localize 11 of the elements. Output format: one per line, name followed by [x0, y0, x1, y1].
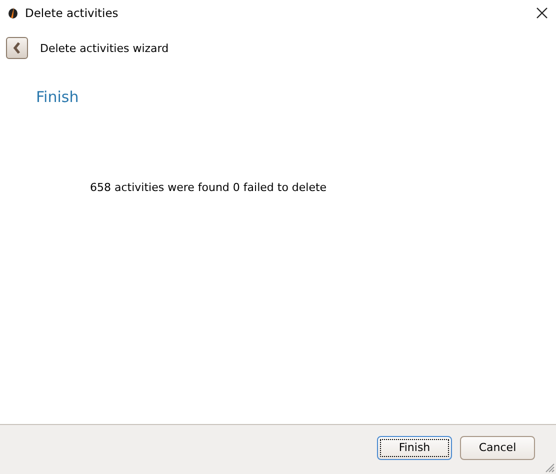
back-button[interactable] — [6, 37, 28, 59]
window-title: Delete activities — [25, 6, 120, 20]
close-icon[interactable] — [536, 7, 548, 19]
finish-button[interactable]: Finish — [377, 436, 452, 460]
chevron-left-icon — [13, 42, 21, 54]
result-message: 658 activities were found 0 failed to delete — [90, 181, 328, 194]
app-logo-icon — [8, 7, 18, 19]
wizard-title: Delete activities wizard — [40, 42, 169, 54]
page-heading: Finish — [36, 88, 80, 106]
resize-grip-icon[interactable] — [543, 461, 555, 473]
cancel-button[interactable]: Cancel — [460, 436, 535, 460]
